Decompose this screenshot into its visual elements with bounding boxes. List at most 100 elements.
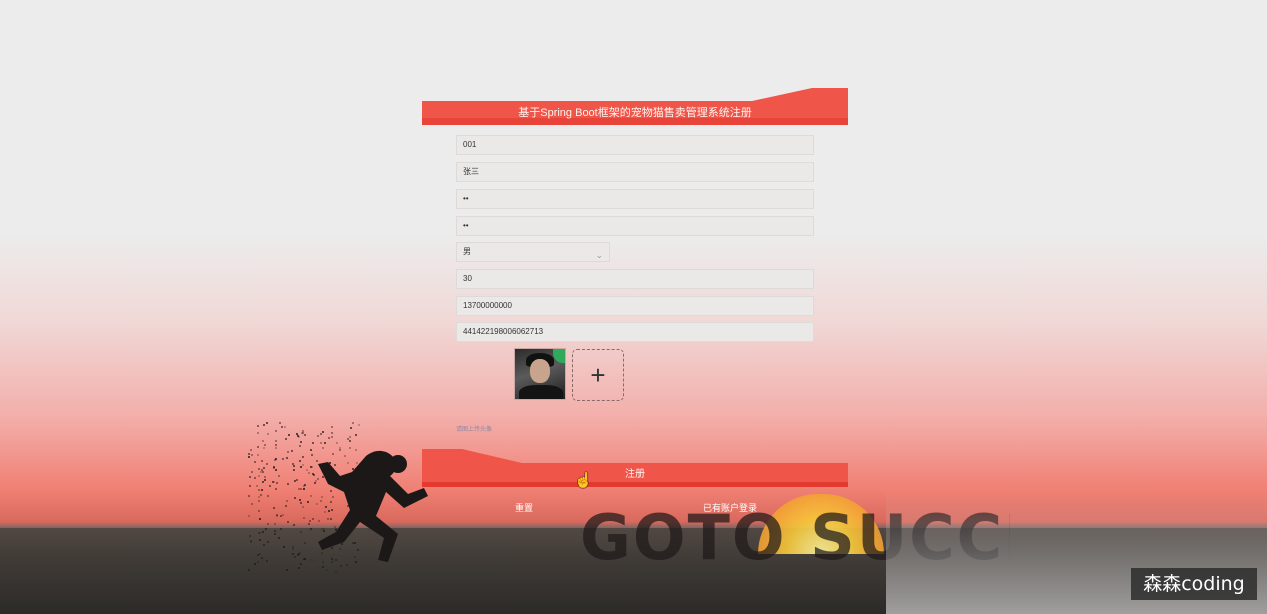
particle-dot	[315, 503, 318, 506]
particle-dot	[258, 517, 261, 520]
particle-dot	[309, 495, 312, 498]
particle-dot	[330, 560, 333, 563]
particle-dot	[299, 465, 302, 468]
particle-dot	[291, 553, 294, 556]
particle-dot	[311, 473, 314, 475]
login-link[interactable]: 已有账户登录	[698, 501, 762, 514]
particle-dot	[287, 433, 290, 436]
particle-dot	[265, 560, 268, 563]
particle-dot	[248, 475, 251, 478]
particle-dot	[323, 511, 326, 514]
particle-dot	[335, 473, 338, 476]
particle-dot	[287, 520, 290, 523]
particle-dot	[274, 429, 277, 432]
particle-dot	[348, 501, 351, 504]
particle-dot	[333, 525, 336, 528]
particle-dot	[257, 499, 260, 502]
register-panel: 基于Spring Boot框架的宠物猫售卖管理系统注册 001 张三 •• ••…	[422, 88, 848, 538]
particle-dot	[279, 514, 282, 517]
particle-dot	[253, 562, 256, 565]
particle-dot	[293, 464, 296, 467]
gender-select[interactable]: 男 ⌄	[456, 242, 610, 262]
particle-dot	[334, 559, 337, 562]
particle-dot	[272, 480, 275, 483]
particle-dot	[264, 528, 267, 531]
particle-dot	[331, 474, 334, 477]
phone-field[interactable]: 13700000000	[456, 296, 814, 316]
confirm-password-field[interactable]: ••	[456, 216, 814, 236]
particle-dot	[259, 493, 262, 496]
particle-dot	[345, 564, 348, 567]
particle-dot	[257, 474, 260, 477]
particle-dot	[326, 517, 329, 520]
reset-button[interactable]: 重置	[504, 501, 544, 514]
particle-dot	[248, 484, 251, 487]
particle-dot	[355, 448, 358, 451]
particle-dot	[353, 499, 356, 502]
particle-dot	[301, 463, 304, 466]
particle-dot	[277, 536, 280, 539]
particle-dot	[353, 470, 356, 473]
particle-dot	[249, 540, 252, 543]
particle-dot	[356, 520, 359, 523]
particle-dot	[293, 556, 296, 559]
particle-dot	[258, 538, 261, 541]
avatar-thumbnail[interactable]	[514, 348, 566, 400]
particle-dot	[273, 532, 276, 535]
particle-dot	[261, 439, 264, 442]
particle-dot	[298, 551, 301, 554]
particle-dot	[250, 453, 253, 456]
particle-dot	[285, 456, 288, 459]
particle-dot	[308, 471, 311, 474]
particle-dot	[320, 499, 323, 502]
upload-hint: 请图上传头像	[456, 427, 493, 433]
avatar-face	[530, 359, 550, 383]
particle-dot	[272, 506, 275, 509]
avatar-leaf	[553, 349, 565, 363]
particle-dot	[261, 480, 264, 483]
avatar-shirt	[519, 385, 563, 399]
particle-dot	[291, 462, 294, 465]
particle-dot	[254, 460, 257, 463]
particle-dot	[310, 527, 312, 530]
particle-dot	[330, 557, 333, 560]
age-field[interactable]: 30	[456, 269, 814, 289]
particle-dot	[255, 484, 258, 487]
particle-dot	[310, 559, 313, 562]
particle-dot	[356, 461, 359, 464]
particle-dot	[310, 465, 313, 468]
particle-dot	[356, 493, 359, 496]
upload-add-button[interactable]: +	[572, 349, 624, 401]
id-card-field[interactable]: 441422198006062713	[456, 322, 814, 342]
particle-dot	[263, 444, 266, 447]
chevron-down-icon: ⌄	[595, 250, 603, 260]
particle-dot	[354, 561, 357, 564]
particle-dot	[327, 510, 330, 513]
particle-dot	[343, 520, 346, 523]
password-field[interactable]: ••	[456, 189, 814, 209]
particle-dot	[250, 470, 253, 473]
particle-dot	[290, 449, 293, 452]
account-field[interactable]: 001	[456, 135, 814, 155]
name-field[interactable]: 张三	[456, 162, 814, 182]
particle-dot	[334, 528, 337, 531]
particle-dot	[257, 467, 260, 470]
particle-dot	[321, 566, 324, 569]
particle-dot	[309, 519, 312, 522]
particle-dot	[347, 525, 350, 528]
register-button[interactable]: 注册	[422, 463, 848, 487]
particle-dot	[291, 548, 294, 551]
particle-dot	[299, 459, 302, 462]
particle-dot	[258, 531, 261, 534]
particle-dot	[329, 501, 332, 504]
particle-dot	[273, 458, 276, 461]
particle-dot	[330, 425, 333, 428]
particle-dot	[325, 568, 328, 571]
particle-dot	[293, 479, 296, 482]
particle-dot	[321, 464, 324, 467]
particle-dot	[321, 475, 324, 478]
particle-dot	[320, 495, 323, 498]
particle-dot	[357, 424, 360, 427]
particle-dot	[330, 547, 333, 550]
particle-dot	[346, 461, 349, 464]
